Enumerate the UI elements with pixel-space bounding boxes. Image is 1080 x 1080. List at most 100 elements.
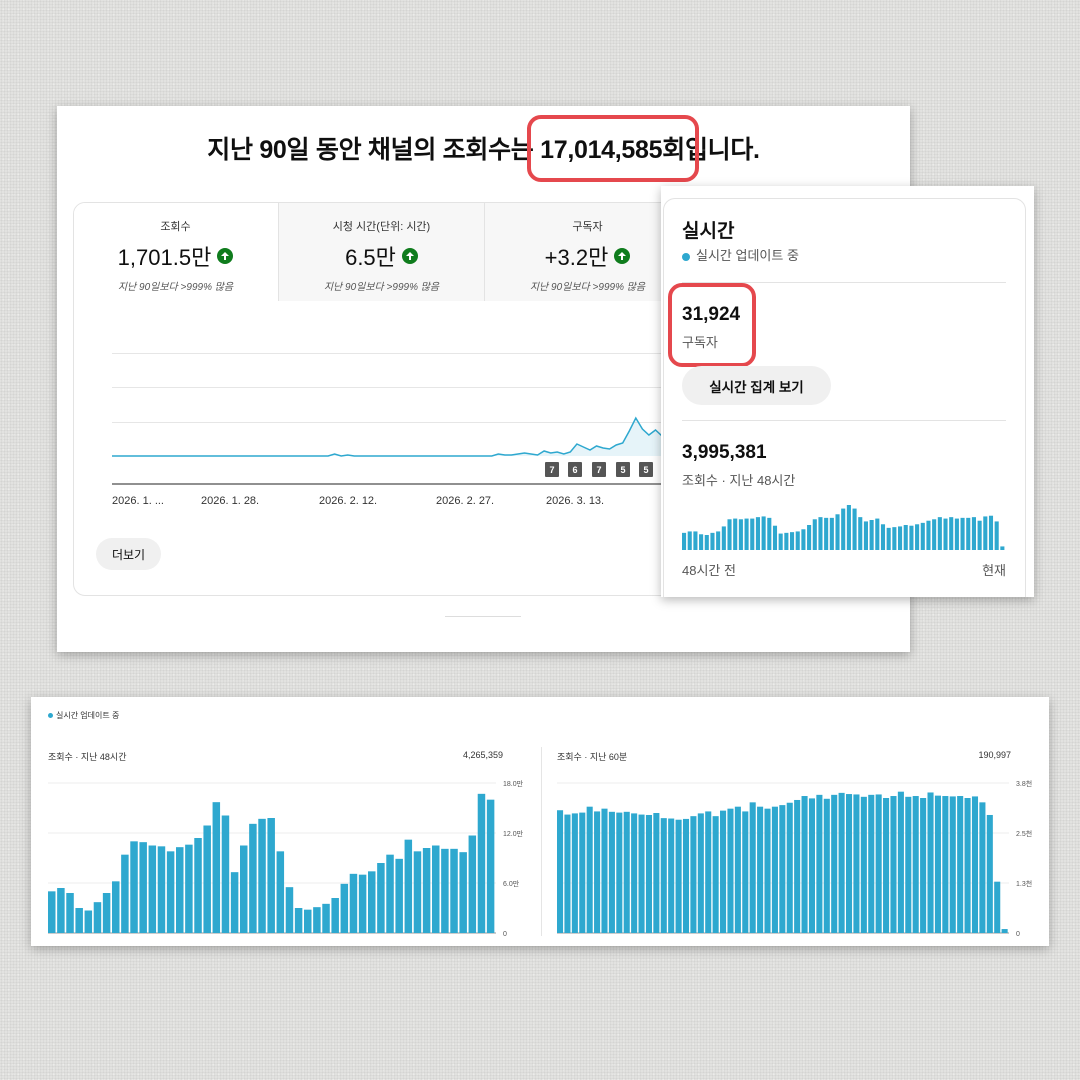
date-label: 2026. 3. 13. — [546, 495, 605, 507]
bar — [1000, 546, 1005, 550]
bar — [304, 909, 312, 933]
bar — [786, 802, 793, 933]
bar — [868, 794, 875, 933]
bar — [258, 818, 266, 933]
bar — [93, 902, 102, 933]
bar — [579, 812, 586, 933]
bar — [130, 841, 138, 933]
views-60m-bar-chart: 3.8천 2.5천 1.3천 0 — [557, 779, 1032, 938]
bar — [148, 845, 157, 933]
bar — [920, 798, 927, 933]
bar — [988, 515, 994, 550]
divider — [682, 420, 1006, 421]
detail-status-text: 실시간 업데이트 중 — [56, 711, 120, 720]
bar — [112, 881, 120, 933]
bar — [157, 846, 166, 933]
bar — [705, 811, 712, 933]
bar — [710, 532, 715, 550]
bar — [240, 845, 248, 933]
bar — [185, 844, 193, 933]
bar — [1001, 929, 1008, 933]
axis-end-label: 현재 — [982, 563, 1006, 578]
upload-marker[interactable]: 6 — [568, 462, 582, 477]
bar — [771, 806, 778, 933]
bar — [586, 806, 593, 933]
y-tick-label: 1.3천 — [1016, 879, 1032, 888]
line-area — [112, 418, 662, 456]
bar — [623, 811, 630, 933]
bar — [845, 794, 853, 933]
y-tick-label: 0 — [1016, 931, 1020, 938]
bar — [835, 514, 840, 550]
bar — [909, 525, 914, 550]
bar — [886, 527, 891, 550]
bar — [966, 517, 971, 550]
bar — [757, 806, 764, 933]
bar — [75, 908, 83, 933]
view-realtime-button[interactable]: 실시간 집계 보기 — [682, 366, 831, 405]
upload-marker[interactable]: 7 — [592, 462, 606, 477]
bar — [808, 798, 816, 933]
bar — [631, 813, 638, 933]
bar — [883, 798, 890, 933]
bar — [750, 518, 755, 550]
upload-marker[interactable]: 5 — [616, 462, 630, 477]
bar — [331, 898, 339, 933]
bar — [468, 835, 477, 933]
bar — [139, 842, 147, 933]
upload-marker[interactable]: 7 — [545, 462, 559, 477]
bar — [48, 891, 56, 933]
bar — [742, 811, 749, 933]
bar — [721, 526, 726, 550]
upload-marker[interactable]: 5 — [639, 462, 653, 477]
bar — [795, 531, 800, 550]
date-label: 2026. 2. 27. — [436, 495, 495, 507]
bar — [761, 516, 766, 550]
bar — [767, 517, 772, 550]
realtime-views-count: 3,995,381 — [682, 442, 767, 463]
bar — [994, 521, 999, 550]
bar — [841, 508, 846, 550]
bar — [979, 802, 986, 933]
bar — [422, 848, 431, 933]
bar — [203, 825, 211, 933]
bar — [249, 823, 257, 933]
bar — [653, 813, 660, 933]
bar — [852, 508, 857, 550]
bar — [340, 883, 349, 933]
bar — [682, 818, 690, 933]
date-label: 2026. 2. 12. — [319, 495, 378, 507]
views-48h-bar-chart: 18.0만 12.0만 6.0만 0 — [48, 779, 524, 938]
realtime-title: 실시간 — [682, 221, 735, 242]
bar — [413, 851, 422, 933]
bar — [564, 814, 571, 933]
bar — [313, 907, 321, 933]
bar — [801, 529, 806, 550]
bar — [66, 893, 74, 933]
bar — [926, 520, 931, 550]
bar — [875, 518, 880, 550]
headline: 지난 90일 동안 채널의 조회수는 17,014,585회입니다. — [57, 130, 910, 166]
bar — [912, 796, 919, 933]
bar — [920, 522, 925, 550]
bar — [557, 810, 564, 933]
bar — [450, 848, 458, 933]
subscriber-highlight-box — [668, 283, 756, 367]
bar — [890, 796, 897, 933]
left-chart-total: 4,265,359 — [462, 750, 503, 760]
bar — [949, 796, 956, 933]
bar — [699, 534, 704, 550]
date-label: 2026. 1. ... — [112, 495, 164, 507]
bar — [971, 796, 979, 933]
bar — [949, 517, 954, 550]
bar — [794, 799, 801, 933]
bar — [927, 792, 934, 933]
bar — [807, 525, 812, 550]
bar — [57, 888, 65, 933]
more-button[interactable]: 더보기 — [96, 538, 161, 570]
right-chart-total: 190,997 — [978, 750, 1011, 760]
bar — [733, 518, 738, 550]
bar — [432, 845, 440, 933]
bar — [779, 805, 786, 933]
bar — [486, 799, 495, 933]
